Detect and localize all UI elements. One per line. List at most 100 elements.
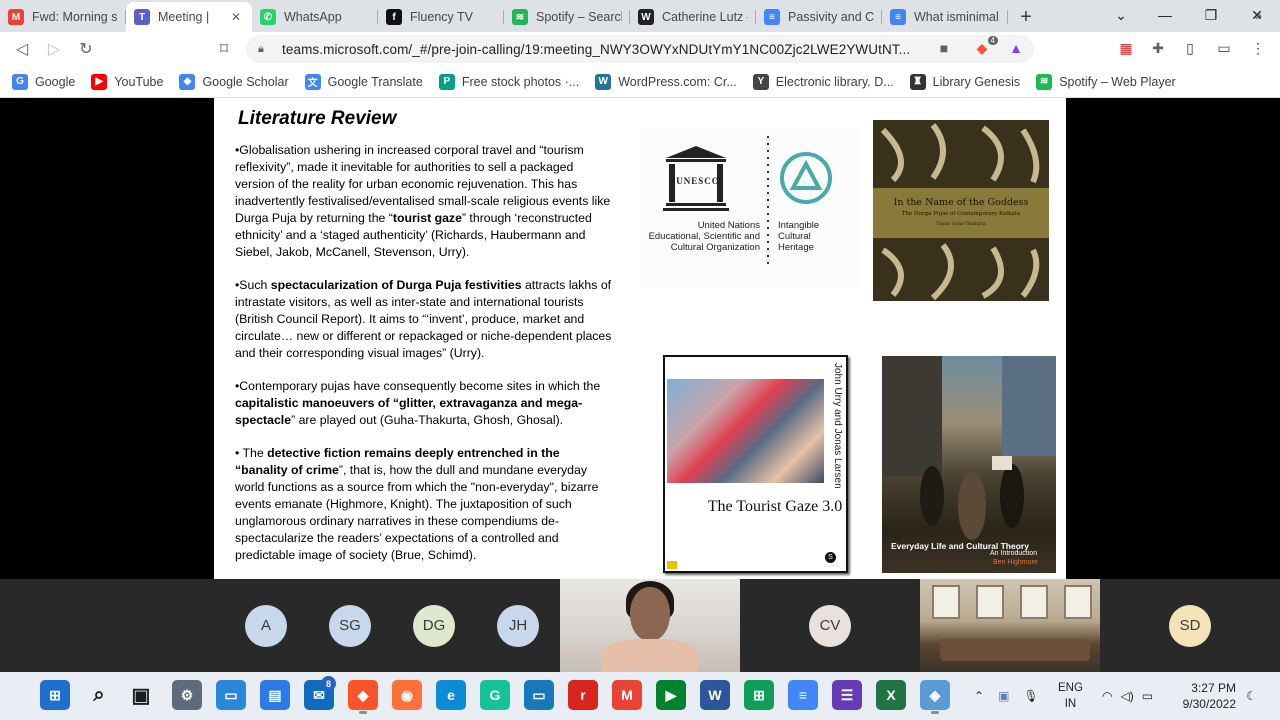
snip-icon[interactable]: ▭ (216, 680, 246, 710)
back-button[interactable]: ◁ (6, 34, 38, 64)
close-tab-icon[interactable]: ✕ (228, 10, 244, 24)
meet-icon[interactable]: ▶ (656, 680, 686, 710)
volume-icon[interactable]: ◁) (1120, 689, 1133, 703)
edge-icon[interactable]: e (436, 680, 466, 710)
bookmark-item[interactable]: ▶ YouTube (91, 73, 164, 90)
clock[interactable]: 3:27 PM 9/30/2022 (1183, 680, 1236, 712)
unesco-org-line: Cultural Organization (670, 242, 760, 253)
mail-icon[interactable]: ✉ 8 (304, 676, 336, 710)
cover-corner-mark (667, 561, 677, 569)
tab-title: What isminimal.c (914, 10, 1000, 24)
wallet-icon[interactable]: ▭ (1214, 38, 1234, 58)
brave-icon[interactable]: ◆ (348, 680, 378, 714)
slide-title: Literature Review (238, 108, 397, 129)
browser-tab[interactable]: ✆ WhatsApp (252, 2, 378, 32)
extensions-puzzle-icon[interactable]: ✚ (1148, 38, 1168, 58)
unesco-logo: UNESCO United Nations Educational, Scien… (640, 128, 860, 288)
tray-app-icon[interactable]: ▣ (998, 689, 1009, 703)
book-cover-goddess: In the Name of the Goddess The Durga Puj… (873, 120, 1049, 301)
participant-tile[interactable]: CV (740, 579, 920, 672)
task-view-icon[interactable]: ▣ (126, 680, 156, 710)
settings-icon[interactable]: ⚙ (172, 680, 202, 710)
bookmark-item[interactable]: ◆ Google Scholar (179, 73, 289, 90)
bookmark-item[interactable]: Y Electronic library. D... (752, 73, 894, 90)
extension-red-icon[interactable]: ▦ (1116, 38, 1136, 58)
bookmark-item[interactable]: 文 Google Translate (304, 73, 423, 90)
bookmark-label: YouTube (114, 74, 164, 89)
browser-tab[interactable]: M Fwd: Morning se (0, 2, 126, 32)
windows-taskbar: ⌃ ▣ 🎙︎ ENG IN ◠ ◁) ▭ 3:27 PM 9/30/2022 ☾… (0, 672, 1280, 720)
docs-icon[interactable]: ≡ (788, 680, 818, 710)
goddess-title: In the Name of the Goddess (893, 197, 1029, 208)
shields-count-badge: 4 (987, 36, 998, 45)
sidebar-toggle-icon[interactable]: ▯ (1180, 38, 1200, 58)
microphone-icon[interactable]: 🎙︎ (1023, 689, 1038, 703)
grammarly-icon[interactable]: G (480, 680, 510, 710)
wikipedia-icon: W (638, 9, 654, 25)
unesco-wordmark: UNESCO (676, 176, 720, 186)
bookmark-label: WordPress.com: Cr... (618, 74, 737, 89)
word-icon[interactable]: W (700, 680, 730, 710)
battery-icon[interactable]: ▭ (1142, 689, 1153, 703)
excel-icon[interactable]: X (876, 680, 906, 710)
browser-tab[interactable]: T Meeting | ✕ (126, 2, 252, 32)
firefox-icon[interactable]: ◉ (392, 680, 422, 710)
new-tab-button[interactable]: + (1008, 2, 1044, 32)
remote-desktop-icon[interactable]: ▭ (524, 680, 554, 710)
everyday-subtitle: An Introduction (990, 550, 1038, 557)
tourist-photo (667, 379, 824, 483)
notepad-icon[interactable]: ▤ (260, 680, 290, 710)
wifi-icon[interactable]: ◠ (1102, 689, 1112, 703)
bookmark-item[interactable]: P Free stock photos ·... (438, 73, 580, 90)
bookmark-star-icon[interactable]: ⌑ (208, 34, 240, 64)
brave-shields-icon[interactable]: ◆ 4 (972, 36, 998, 58)
tab-title: Spotify – Search (536, 10, 622, 24)
bookmark-label: Google (35, 74, 76, 89)
notifications-icon[interactable]: ☾ (1246, 672, 1257, 720)
fluency-icon: f (386, 9, 402, 25)
bookmark-label: Free stock photos ·... (461, 74, 580, 89)
app-icon[interactable]: ◈ (920, 680, 950, 714)
menu-icon[interactable]: ⋮ (1248, 38, 1268, 58)
rr-icon[interactable]: r (568, 680, 598, 710)
bookmark-item[interactable]: ≋ Spotify – Web Player (1036, 73, 1176, 90)
bookmark-item[interactable]: W WordPress.com: Cr... (595, 73, 737, 90)
bookmark-item[interactable]: ♜ Library Genesis (909, 73, 1020, 90)
video-person-body (602, 639, 698, 672)
youtube-icon: ▶ (91, 73, 108, 90)
tab-title: Fluency TV (410, 10, 473, 24)
sheets-icon[interactable]: ⊞ (744, 680, 774, 710)
running-indicator (931, 711, 939, 714)
bookmark-item[interactable]: G Google (12, 73, 76, 90)
language-indicator[interactable]: ENG IN (1058, 680, 1083, 712)
browser-tab[interactable]: ≋ Spotify – Search (504, 2, 630, 32)
minimize-button[interactable]: — (1142, 0, 1188, 30)
participant-video-self[interactable] (560, 579, 740, 672)
unesco-org-line: Educational, Scientific and (648, 231, 760, 242)
whatsapp-icon: ✆ (260, 9, 276, 25)
forward-button[interactable]: ▷ (38, 34, 70, 64)
restore-button[interactable]: ❐ (1188, 0, 1234, 30)
search-icon[interactable]: ⌕ (84, 680, 114, 710)
gmail-icon[interactable]: M (612, 680, 642, 710)
unesco-heritage-label: Intangible Cultural Heritage (778, 220, 858, 253)
participant-video-room[interactable] (920, 579, 1100, 672)
bookmark-label: Google Translate (327, 74, 423, 89)
browser-tab[interactable]: ≡ Passivity and Cre (756, 2, 882, 32)
address-bar[interactable]: 🔒︎ teams.microsoft.com/_#/pre-join-calli… (246, 35, 1034, 63)
heritage-line: Cultural (778, 231, 811, 242)
tab-search-icon[interactable]: ⌄ (1098, 0, 1144, 30)
participant-tile[interactable]: SD (1100, 579, 1280, 672)
tray-overflow-icon[interactable]: ⌃ (974, 689, 984, 703)
bookmarks-more-icon[interactable]: » (1255, 8, 1262, 23)
browser-tab[interactable]: f Fluency TV (378, 2, 504, 32)
scholar-icon: ◆ (179, 73, 196, 90)
forms-icon[interactable]: ☰ (832, 680, 862, 710)
browser-tab[interactable]: W Catherine Lutz - (630, 2, 756, 32)
brave-rewards-icon[interactable]: ▲ (1006, 38, 1026, 58)
browser-tab[interactable]: ≡ What isminimal.c (882, 2, 1008, 32)
reload-button[interactable]: ↻ (70, 34, 102, 64)
camera-blocked-icon[interactable]: ■ (934, 38, 954, 58)
avatar: CV (809, 604, 851, 647)
start-icon[interactable]: ⊞ (40, 680, 70, 710)
